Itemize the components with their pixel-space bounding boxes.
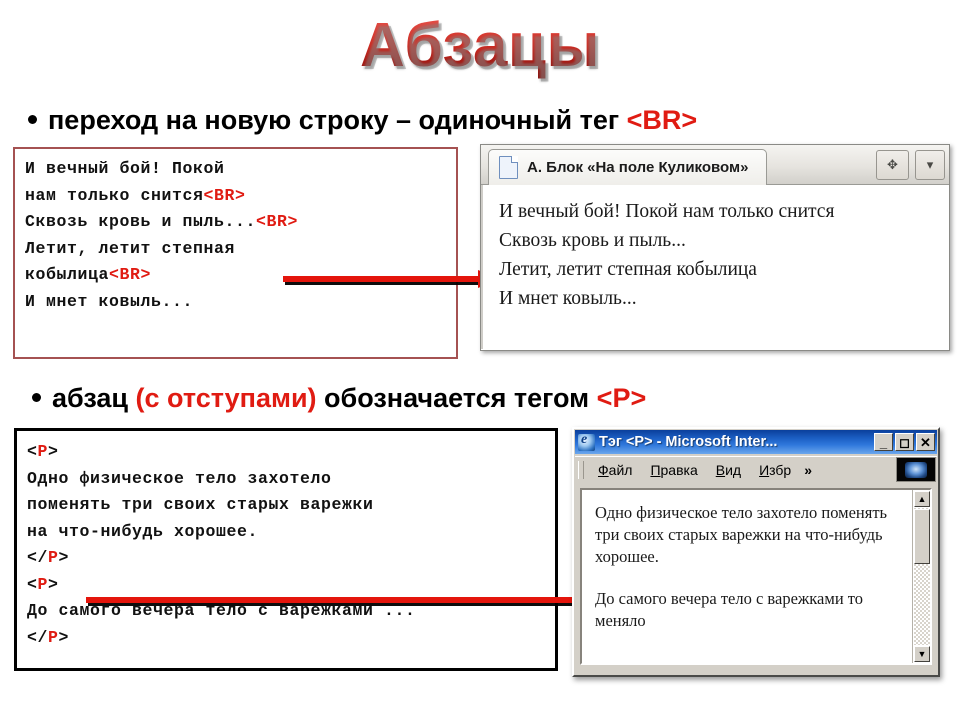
code-tag: P: [37, 574, 49, 594]
menu-label: равка: [660, 461, 698, 478]
code-tag: <BR>: [256, 212, 299, 231]
bullet-dot-icon: [32, 393, 41, 403]
code-line: на что-нибудь хорошее.: [27, 521, 259, 541]
bullet-1-text: переход на новую строку – одиночный тег: [48, 105, 627, 135]
code-line: Одно физическое тело захотело: [27, 468, 332, 488]
menu-item-edit[interactable]: Правка: [641, 462, 706, 478]
minimize-button[interactable]: _: [874, 433, 893, 451]
bullet-2-tag: <P>: [596, 383, 647, 413]
code-line: <P>: [27, 572, 555, 599]
code-tag: <BR>: [203, 185, 246, 205]
menu-accel: П: [650, 461, 661, 478]
doc-line: И мнет ковыль...: [499, 288, 637, 309]
ie-viewport: Одно физическое тело захотело поменять т…: [580, 488, 932, 665]
page-title: Абзацы: [0, 8, 960, 84]
menu-label: айл: [608, 461, 633, 478]
code-line: Летит, летит степная: [25, 236, 456, 263]
scrollbar-thumb[interactable]: [914, 509, 930, 564]
ie-window-title: Тэг <P> - Microsoft Inter...: [599, 434, 778, 450]
document-icon: [499, 156, 518, 179]
menu-item-view[interactable]: Вид: [707, 462, 750, 478]
code-bracket: <: [27, 442, 38, 461]
bullet-dot-icon: [28, 115, 37, 125]
code-bracket: >: [58, 627, 70, 647]
code-bracket: >: [48, 442, 59, 461]
ie-menubar: Файл Правка Вид Избр »: [575, 456, 937, 482]
code-box-br-example: И вечный бой! Покой нам только снится<BR>…: [13, 147, 458, 359]
menu-item-file[interactable]: Файл: [589, 462, 641, 478]
code-line: нам только снится<BR>: [25, 183, 456, 210]
code-line: И вечный бой! Покой: [25, 156, 456, 183]
menu-item-favorites[interactable]: Избр: [750, 462, 800, 478]
code-line: До самого вечера тело с варежками ...: [27, 601, 416, 620]
doc-line: И вечный бой! Покой нам только снится: [499, 201, 835, 222]
code-line: </P>: [27, 545, 555, 572]
chevron-down-icon[interactable]: ▾: [915, 150, 945, 180]
bullet-line-br: переход на новую строку – одиночный тег …: [28, 104, 697, 136]
close-button[interactable]: ✕: [916, 433, 935, 451]
code-line: И мнет ковыль...: [25, 289, 456, 316]
paragraph: До самого вечера тело с варежками то мен…: [595, 589, 864, 630]
bullet-1-tag: <BR>: [626, 105, 698, 135]
menu-grip-handle[interactable]: [578, 460, 584, 479]
vertical-scrollbar[interactable]: ▲ ▼: [912, 490, 930, 663]
menu-accel: Ф: [598, 461, 609, 478]
bullet-2-highlight: (с отступами): [135, 383, 317, 413]
menu-label: збр: [769, 461, 792, 478]
internet-explorer-icon: [578, 432, 595, 451]
code-bracket: >: [48, 574, 59, 594]
doc-line: Сквозь кровь и пыль...: [499, 230, 686, 251]
code-tag: P: [48, 627, 59, 647]
code-line: кобылица<BR>: [25, 262, 456, 289]
code-text: нам только снится: [25, 185, 204, 205]
browser-window-blok: А. Блок «На поле Куликовом» ✥ ▾ И вечный…: [480, 144, 950, 351]
menu-overflow-icon[interactable]: »: [800, 462, 816, 478]
doc-line: Летит, летит степная кобылица: [499, 259, 757, 280]
maximize-button[interactable]: ◻: [895, 433, 914, 451]
code-tag: <BR>: [109, 265, 152, 284]
ie-titlebar: Тэг <P> - Microsoft Inter... _ ◻ ✕: [575, 430, 937, 454]
browser-content-area: И вечный бой! Покой нам только снится Ск…: [481, 185, 949, 349]
menu-accel: В: [715, 461, 726, 478]
browser-tabstrip: А. Блок «На поле Куликовом» ✥ ▾: [481, 145, 949, 185]
scroll-down-icon[interactable]: ▼: [914, 646, 930, 662]
bullet-2-text-b: обозначается тегом: [316, 383, 597, 413]
code-line: <P>: [27, 439, 555, 466]
move-tab-button[interactable]: ✥: [876, 150, 909, 180]
ie-animated-logo: [896, 457, 936, 482]
code-bracket: >: [58, 548, 70, 567]
code-text: Летит, летит степная: [25, 238, 236, 258]
bullet-line-p: абзац (с отступами) обозначается тегом <…: [32, 382, 646, 414]
bullet-2-text-a: абзац: [52, 383, 136, 413]
code-tag: P: [37, 442, 49, 461]
code-text: Сквозь кровь и пыль...: [25, 212, 257, 231]
browser-tab-title: А. Блок «На поле Куликовом»: [527, 159, 749, 176]
code-text: И вечный бой! Покой: [25, 159, 225, 178]
code-text: кобылица: [25, 265, 110, 284]
code-tag: P: [48, 548, 59, 567]
code-bracket: <: [27, 574, 38, 594]
code-line: </P>: [27, 625, 555, 652]
code-bracket: </: [27, 627, 49, 647]
ie-content-area: Одно физическое тело захотело поменять т…: [582, 490, 912, 663]
code-text: И мнет ковыль...: [25, 291, 194, 311]
menu-accel: И: [759, 461, 770, 478]
code-bracket: </: [27, 548, 49, 567]
scroll-up-icon[interactable]: ▲: [914, 491, 930, 507]
ie-window-p-tag: Тэг <P> - Microsoft Inter... _ ◻ ✕ Файл …: [572, 427, 940, 677]
code-line: поменять три своих старых варежки: [27, 495, 374, 514]
code-box-p-example: <P> Одно физическое тело захотело поменять…: [14, 428, 558, 671]
paragraph: Одно физическое тело захотело поменять т…: [595, 503, 888, 566]
browser-tab[interactable]: А. Блок «На поле Куликовом»: [488, 149, 768, 185]
code-line: Сквозь кровь и пыль...<BR>: [25, 209, 456, 236]
menu-label: ид: [725, 461, 742, 478]
